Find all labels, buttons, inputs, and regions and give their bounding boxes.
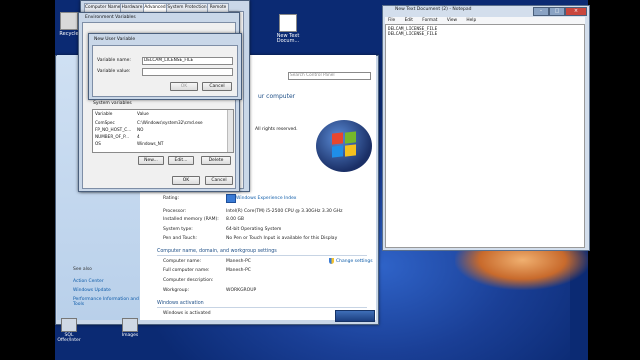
letterbox-left [0,0,55,360]
maximize-icon[interactable]: □ [549,7,565,16]
sidebar-link-action-center[interactable]: Action Center [73,279,104,284]
menu-help[interactable]: Help [466,18,476,23]
workgroup-value: WORKGROUP [226,288,257,293]
notepad-title: New Text Document (2) - Notepad [395,7,472,12]
tab-hardware[interactable]: Hardware [120,3,144,12]
close-icon[interactable]: × [565,7,587,16]
list-item[interactable]: OS [95,141,101,146]
new-user-variable-title: New User Variable [94,37,136,42]
system-type-label: System type: [163,227,193,232]
notepad-window: New Text Document (2) - Notepad – □ × Fi… [382,5,590,251]
system-type-value: 64-bit Operating System [226,227,282,232]
sidebar-link-performance[interactable]: Performance Information and Tools [73,297,139,307]
genuine-badge [335,310,375,322]
change-settings-link[interactable]: Change settings [336,259,373,264]
activation-status: Windows is activated [163,311,211,316]
desktop-shortcut[interactable]: SQL Offer/Inter [57,318,81,343]
variable-name-input[interactable]: DELCAM_LICENSE_FILE [142,57,233,65]
letterbox-right [588,0,640,360]
system-variables-list[interactable]: Variable Value ComSpec C:\Windows\system… [92,109,234,153]
variable-value-input[interactable] [142,68,233,76]
list-item-value: NO [137,127,144,132]
pen-touch-value: No Pen or Touch Input is available for t… [226,236,338,241]
column-variable: Variable [95,112,113,117]
menu-format[interactable]: Format [422,18,437,23]
experience-index-icon [226,194,236,203]
notepad-text-area[interactable]: DELCAM_LICENSE_FILE DELCAM_LICENSE_FILE [385,24,585,248]
new-var-ok-button[interactable]: OK [170,82,198,91]
variable-value-label: Variable value: [97,69,131,74]
list-item[interactable]: FP_NO_HOST_C... [95,127,131,132]
list-item[interactable]: NUMBER_OF_P... [95,134,129,139]
section-divider [157,307,367,308]
env-vars-title: Environment Variables [85,15,136,20]
see-also-heading: See also [73,267,92,272]
notepad-menu-bar: File Edit Format View Help [385,17,585,24]
shortcut-label: Images [121,333,139,338]
processor-value: Intel(R) Core(TM) i5-2500 CPU @ 3.30GHz … [226,209,343,214]
computer-name-label: Computer name: [163,259,202,264]
full-computer-name-label: Full computer name: [163,268,210,273]
menu-file[interactable]: File [388,18,395,23]
text-document-label: New Text Docum... [276,33,300,44]
search-control-panel-input[interactable]: Search Control Panel [288,72,371,80]
memory-value: 8.00 GB [226,217,245,222]
edit-variable-button[interactable]: Edit... [168,156,194,165]
desktop-shortcut[interactable]: Images [118,318,142,338]
env-ok-button[interactable]: OK [172,176,200,185]
env-cancel-button[interactable]: Cancel [205,176,233,185]
rights-text: All rights reserved. [255,127,298,132]
shortcut-label: SQL Offer/Inter [57,333,81,343]
full-computer-name-value: Manesh-PC [226,268,251,273]
list-item[interactable]: ComSpec [95,120,115,125]
memory-label: Installed memory (RAM): [163,217,219,222]
computer-section-heading: Computer name, domain, and workgroup set… [157,249,277,254]
activation-section-heading: Windows activation [157,301,204,306]
computer-description-label: Computer description: [163,278,214,283]
tab-system-protection[interactable]: System Protection [166,3,208,12]
list-item-value: C:\Windows\system32\cmd.exe [137,120,203,125]
list-item-value: Windows_NT [137,141,164,146]
variable-name-label: Variable name: [97,58,131,63]
system-variables-label: System variables [93,101,132,106]
pen-touch-label: Pen and Touch: [163,236,197,241]
column-value: Value [137,112,149,117]
menu-view[interactable]: View [447,18,457,23]
tab-computer-name[interactable]: Computer Name [84,3,121,12]
menu-edit[interactable]: Edit [405,18,413,23]
desktop: Recycle New Text Docum... See also Actio… [0,0,640,360]
system-heading: ur computer [258,93,296,100]
recycle-bin-label: Recycle [59,31,79,37]
computer-name-value: Manesh-PC [226,259,251,264]
shield-icon [329,258,334,264]
text-document-icon[interactable]: New Text Docum... [273,14,303,44]
section-divider [157,255,367,256]
new-var-cancel-button[interactable]: Cancel [202,82,232,91]
list-scrollbar[interactable] [227,110,233,152]
list-item-value: 4 [137,134,140,139]
minimize-icon[interactable]: – [533,7,549,16]
delete-variable-button[interactable]: Delete [201,156,231,165]
tab-advanced[interactable]: Advanced [143,3,167,12]
tab-remote[interactable]: Remote [207,3,229,12]
windows-logo [316,120,372,172]
processor-label: Processor: [163,209,187,214]
text-line: DELCAM_LICENSE_FILE [388,32,438,37]
experience-index-link[interactable]: Windows Experience Index [236,196,296,201]
workgroup-label: Workgroup: [163,288,189,293]
new-variable-button[interactable]: New... [138,156,164,165]
sidebar-link-windows-update[interactable]: Windows Update [73,288,111,293]
rating-label: Rating: [163,196,180,201]
